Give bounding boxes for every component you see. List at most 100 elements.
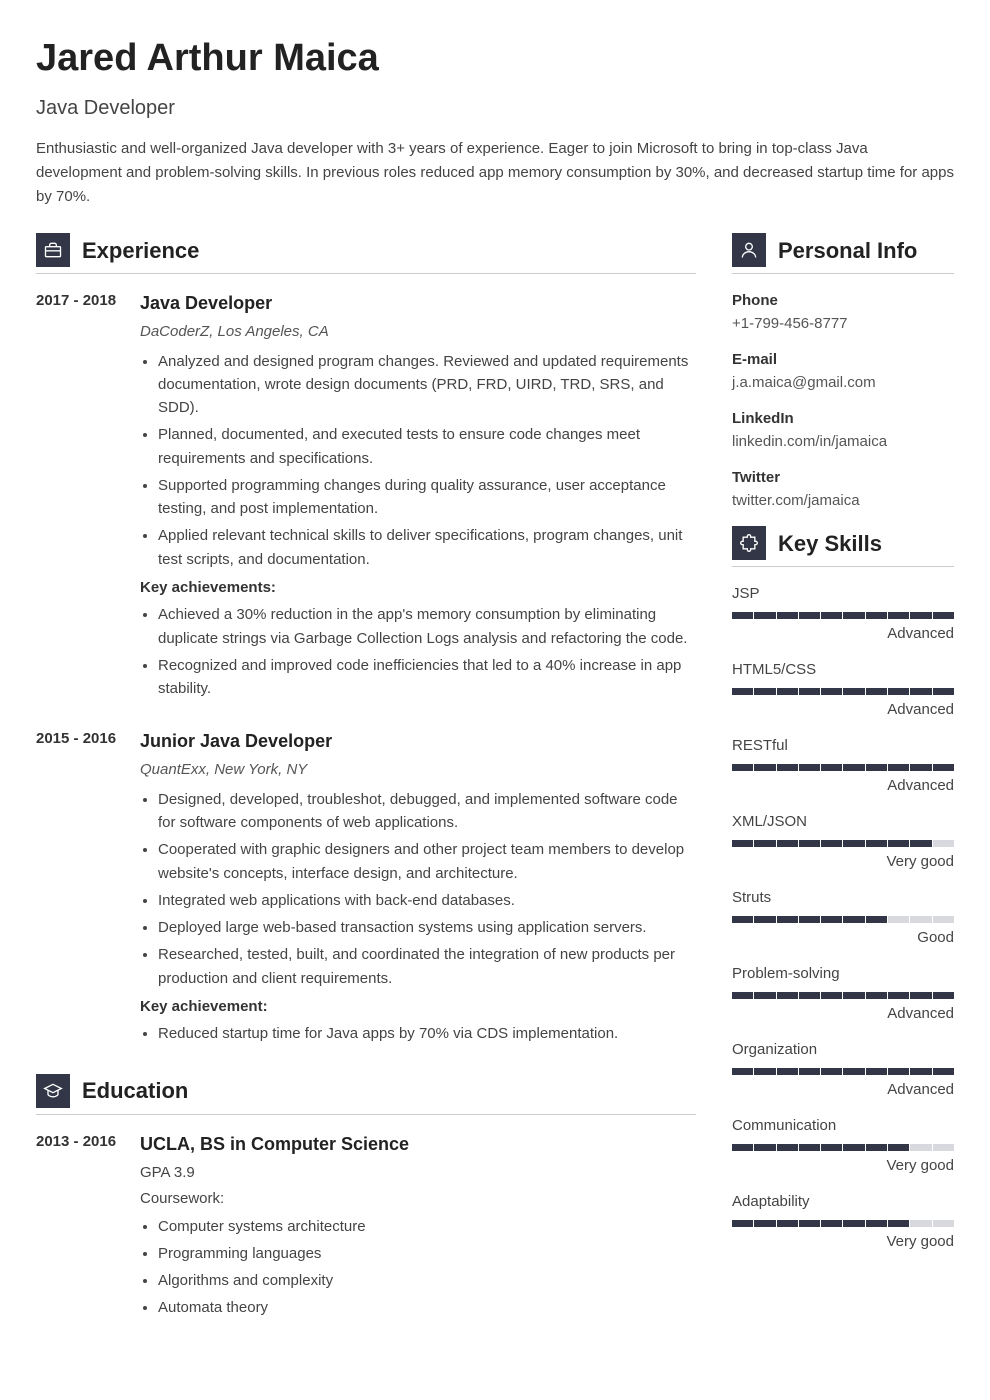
- achievement-list: Achieved a 30% reduction in the app's me…: [140, 603, 696, 700]
- bar-segment: [866, 840, 887, 847]
- entry-body: UCLA, BS in Computer ScienceGPA 3.9Cours…: [140, 1131, 696, 1326]
- bar-segment: [754, 992, 775, 999]
- bar-segment: [910, 1144, 931, 1151]
- skill-name: Organization: [732, 1039, 954, 1062]
- phone-value: +1-799-456-8777: [732, 313, 954, 336]
- skill-bar: [732, 688, 954, 695]
- bar-segment: [843, 1220, 864, 1227]
- bar-segment: [843, 992, 864, 999]
- bar-segment: [843, 612, 864, 619]
- bar-segment: [866, 688, 887, 695]
- bar-segment: [933, 840, 954, 847]
- skill-name: RESTful: [732, 735, 954, 758]
- list-item: Automata theory: [158, 1296, 696, 1319]
- skill-item: Problem-solvingAdvanced: [732, 963, 954, 1025]
- personal-info-title: Personal Info: [778, 234, 917, 267]
- list-item: Researched, tested, built, and coordinat…: [158, 943, 696, 990]
- period: 2015 - 2016: [36, 728, 122, 1051]
- skill-bar: [732, 992, 954, 999]
- bar-segment: [732, 1068, 753, 1075]
- linkedin-value: linkedin.com/in/jamaica: [732, 431, 954, 454]
- bar-segment: [888, 916, 909, 923]
- bar-segment: [910, 612, 931, 619]
- gpa: GPA 3.9: [140, 1162, 696, 1185]
- bar-segment: [888, 1068, 909, 1075]
- bar-segment: [821, 916, 842, 923]
- bar-segment: [843, 1068, 864, 1075]
- list-item: Supported programming changes during qua…: [158, 474, 696, 521]
- list-item: Cooperated with graphic designers and ot…: [158, 838, 696, 885]
- bullet-list: Analyzed and designed program changes. R…: [140, 350, 696, 571]
- skill-bar: [732, 764, 954, 771]
- skill-bar: [732, 916, 954, 923]
- role-title: Junior Java Developer: [140, 728, 696, 755]
- bar-segment: [799, 764, 820, 771]
- job-title: Java Developer: [36, 93, 954, 123]
- skill-level: Very good: [732, 1231, 954, 1254]
- bar-segment: [754, 1220, 775, 1227]
- skill-item: StrutsGood: [732, 887, 954, 949]
- skill-level: Very good: [732, 851, 954, 874]
- skill-name: HTML5/CSS: [732, 659, 954, 682]
- list-item: Reduced startup time for Java apps by 70…: [158, 1022, 696, 1045]
- coursework-label: Coursework:: [140, 1188, 696, 1211]
- bar-segment: [777, 688, 798, 695]
- bar-segment: [777, 840, 798, 847]
- bullet-list: Designed, developed, troubleshot, debugg…: [140, 788, 696, 990]
- bar-segment: [821, 1220, 842, 1227]
- briefcase-icon: [36, 233, 70, 267]
- bar-segment: [910, 916, 931, 923]
- bar-segment: [821, 764, 842, 771]
- bar-segment: [732, 764, 753, 771]
- bar-segment: [933, 612, 954, 619]
- bar-segment: [799, 840, 820, 847]
- entry-body: Junior Java DeveloperQuantExx, New York,…: [140, 728, 696, 1051]
- bar-segment: [799, 1220, 820, 1227]
- bar-segment: [910, 1220, 931, 1227]
- bar-segment: [754, 1068, 775, 1075]
- email-value: j.a.maica@gmail.com: [732, 372, 954, 395]
- summary-text: Enthusiastic and well-organized Java dev…: [36, 137, 954, 209]
- achievement-list: Reduced startup time for Java apps by 70…: [140, 1022, 696, 1045]
- period: 2017 - 2018: [36, 290, 122, 706]
- bar-segment: [866, 916, 887, 923]
- bar-segment: [777, 992, 798, 999]
- twitter-block: Twitter twitter.com/jamaica: [732, 467, 954, 512]
- experience-entry: 2015 - 2016Junior Java DeveloperQuantExx…: [36, 728, 696, 1051]
- entry-body: Java DeveloperDaCoderZ, Los Angeles, CAA…: [140, 290, 696, 706]
- bar-segment: [933, 1220, 954, 1227]
- bar-segment: [821, 688, 842, 695]
- bar-segment: [910, 840, 931, 847]
- phone-label: Phone: [732, 290, 954, 313]
- skill-level: Advanced: [732, 623, 954, 646]
- skill-item: RESTful Advanced: [732, 735, 954, 797]
- skill-level: Very good: [732, 1155, 954, 1178]
- bar-segment: [843, 840, 864, 847]
- achievements-label: Key achievements:: [140, 577, 696, 600]
- side-column: Personal Info Phone +1-799-456-8777 E-ma…: [732, 233, 954, 1348]
- skill-bar: [732, 1220, 954, 1227]
- skill-bar: [732, 840, 954, 847]
- person-icon: [732, 233, 766, 267]
- email-label: E-mail: [732, 349, 954, 372]
- period: 2013 - 2016: [36, 1131, 122, 1326]
- education-title: Education: [82, 1074, 188, 1107]
- experience-title: Experience: [82, 234, 199, 267]
- bar-segment: [799, 1068, 820, 1075]
- achievements-label: Key achievement:: [140, 996, 696, 1019]
- list-item: Designed, developed, troubleshot, debugg…: [158, 788, 696, 835]
- skill-item: HTML5/CSSAdvanced: [732, 659, 954, 721]
- bar-segment: [866, 1068, 887, 1075]
- bar-segment: [821, 992, 842, 999]
- skill-bar: [732, 1144, 954, 1151]
- personal-info-header: Personal Info: [732, 233, 954, 274]
- bar-segment: [866, 992, 887, 999]
- person-name: Jared Arthur Maica: [36, 30, 954, 87]
- email-block: E-mail j.a.maica@gmail.com: [732, 349, 954, 394]
- list-item: Computer systems architecture: [158, 1215, 696, 1238]
- skill-bar: [732, 612, 954, 619]
- bar-segment: [933, 764, 954, 771]
- bar-segment: [799, 612, 820, 619]
- skill-level: Advanced: [732, 775, 954, 798]
- bar-segment: [821, 612, 842, 619]
